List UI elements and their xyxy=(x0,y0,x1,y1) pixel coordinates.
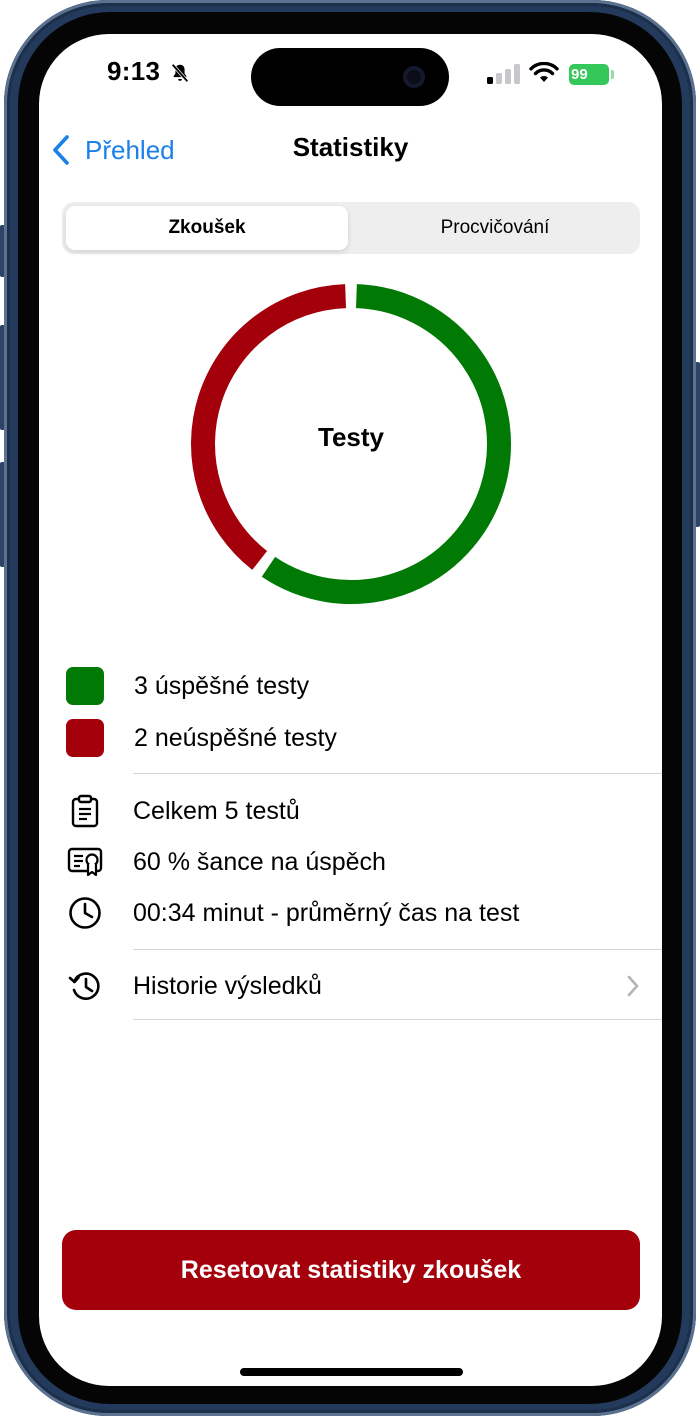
chevron-right-icon xyxy=(627,975,639,997)
front-camera xyxy=(403,66,425,88)
stat-average-time: 00:34 minut - průměrný čas na test xyxy=(67,892,519,934)
clipboard-icon xyxy=(67,793,103,829)
battery-charging-icon: 99 xyxy=(569,64,609,85)
wifi-icon xyxy=(529,62,559,82)
divider xyxy=(133,773,662,774)
home-indicator xyxy=(240,1368,463,1376)
legend-label: 2 neúspěšné testy xyxy=(134,723,337,752)
divider xyxy=(133,1019,662,1020)
stat-success-chance: 60 % šance na úspěch xyxy=(67,841,386,883)
legend-label: 3 úspěšné testy xyxy=(134,671,310,700)
legend-swatch-success xyxy=(66,667,104,705)
bell-slash-icon xyxy=(171,63,189,83)
history-results-row[interactable]: Historie výsledků xyxy=(67,964,662,1008)
segment-procvicovani[interactable]: Procvičování xyxy=(354,206,636,250)
cellular-signal-icon xyxy=(487,64,520,84)
divider xyxy=(133,949,662,950)
stat-success-chance-text: 60 % šance na úspěch xyxy=(133,847,386,876)
legend-item-success: 3 úspěšné testy xyxy=(66,666,309,706)
battery-level: 99 xyxy=(571,66,588,83)
reset-statistics-button[interactable]: Resetovat statistiky zkoušek xyxy=(62,1230,640,1310)
battery-tip xyxy=(611,70,614,79)
clock-icon xyxy=(67,895,103,931)
page-title: Statistiky xyxy=(292,132,409,162)
stat-total-tests: Celkem 5 testů xyxy=(67,790,300,832)
legend-swatch-failure xyxy=(66,719,104,757)
segment-zkousek[interactable]: Zkoušek xyxy=(66,206,348,250)
status-time: 9:13 xyxy=(107,56,161,86)
history-results-label: Historie výsledků xyxy=(133,971,322,1000)
legend-item-failure: 2 neúspěšné testy xyxy=(66,718,337,758)
segmented-control: Zkoušek Procvičování xyxy=(62,202,640,254)
screen: 9:13 99 Přehled Statistiky Zkoušek Procv… xyxy=(39,34,662,1386)
history-icon xyxy=(67,968,103,1004)
stat-total-tests-text: Celkem 5 testů xyxy=(133,796,300,825)
chart-title: Testy xyxy=(318,422,384,452)
certificate-icon xyxy=(67,844,103,880)
stat-average-time-text: 00:34 minut - průměrný čas na test xyxy=(133,898,520,927)
